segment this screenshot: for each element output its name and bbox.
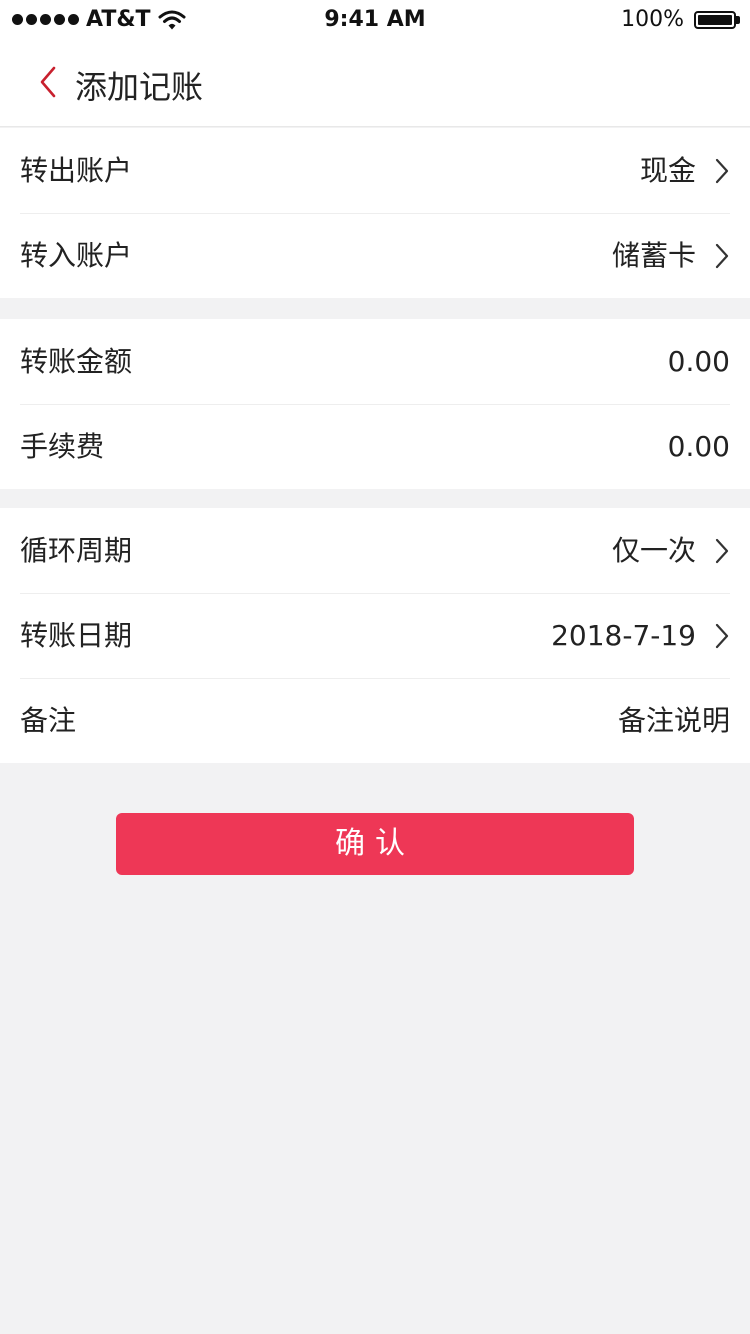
transfer-in-account-row[interactable]: 转入账户 储蓄卡: [0, 213, 750, 298]
back-chevron-icon[interactable]: [36, 64, 60, 100]
note-row[interactable]: 备注 备注说明: [0, 678, 750, 763]
amount-group: 转账金额 0.00 手续费 0.00: [0, 319, 750, 489]
transfer-amount-row[interactable]: 转账金额 0.00: [0, 319, 750, 404]
transfer-amount-value[interactable]: 0.00: [668, 319, 730, 404]
chevron-right-icon: [715, 623, 729, 649]
chevron-right-icon: [715, 158, 729, 184]
fee-row[interactable]: 手续费 0.00: [0, 404, 750, 489]
chevron-right-icon: [715, 538, 729, 564]
confirm-button[interactable]: 确认: [116, 813, 634, 875]
recurrence-row[interactable]: 循环周期 仅一次: [0, 508, 750, 593]
recurrence-value: 仅一次: [611, 534, 696, 567]
account-group: 转出账户 现金 转入账户 储蓄卡: [0, 128, 750, 298]
transfer-out-account-row[interactable]: 转出账户 现金: [0, 128, 750, 213]
transfer-amount-label: 转账金额: [20, 345, 133, 378]
transfer-date-row[interactable]: 转账日期 2018-7-19: [0, 593, 750, 678]
transfer-out-account-label: 转出账户: [20, 154, 133, 187]
fee-label: 手续费: [20, 430, 105, 463]
transfer-date-label: 转账日期: [20, 619, 133, 652]
schedule-group: 循环周期 仅一次 转账日期 2018-7-19 备注 备注说明: [0, 508, 750, 763]
status-bar: AT&T 9:41 AM 100%: [0, 0, 750, 40]
battery-tip: [736, 16, 740, 24]
transfer-date-value: 2018-7-19: [551, 619, 696, 652]
note-value[interactable]: 备注说明: [618, 678, 730, 763]
battery-icon: [694, 11, 736, 29]
note-label: 备注: [20, 704, 77, 737]
nav-bar: 添加记账: [0, 40, 750, 127]
fee-value[interactable]: 0.00: [668, 404, 730, 489]
page-title: 添加记账: [75, 68, 204, 106]
transfer-in-account-value: 储蓄卡: [611, 239, 696, 272]
chevron-right-icon: [715, 243, 729, 269]
transfer-out-account-value: 现金: [639, 154, 696, 187]
recurrence-label: 循环周期: [20, 534, 133, 567]
transfer-in-account-label: 转入账户: [20, 239, 133, 272]
battery-percentage: 100%: [621, 7, 684, 32]
